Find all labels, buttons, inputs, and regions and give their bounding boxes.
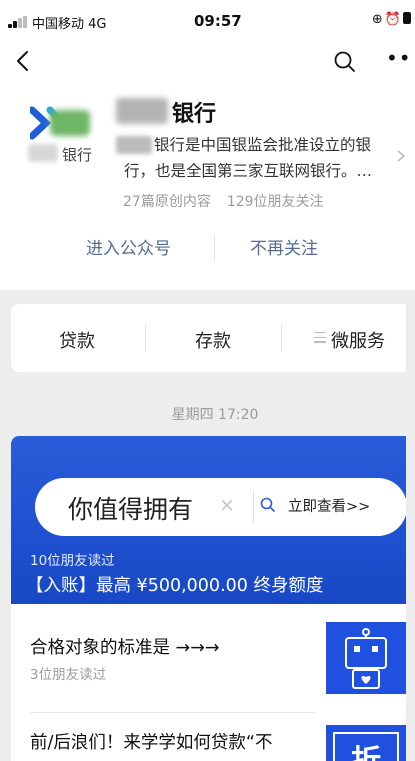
alarm-icon: ⏰	[384, 12, 403, 27]
article-title: 合格对象的标准是 →→→	[30, 638, 220, 658]
description-blur	[116, 136, 152, 154]
search-icon	[260, 497, 275, 512]
enter-account-button[interactable]: 进入公众号	[86, 234, 171, 259]
lock-rotation-icon: ⊕	[371, 12, 385, 27]
banner-text: 你值得拥有	[68, 495, 194, 524]
divider	[253, 491, 254, 523]
logo-blur	[50, 110, 90, 136]
account-stats: 27篇原创内容 129位朋友关注	[123, 191, 324, 211]
message-timestamp: 星期四 17:20	[171, 407, 259, 423]
account-profile: 银行 银行 银行是中国银监会批准设立的银 行，也是全国第三家互联网银行。… 27…	[0, 84, 415, 290]
more-icon[interactable]: ••	[386, 46, 412, 70]
status-bar: 中国移动 4G 09:57 ⊕⏰	[0, 0, 415, 44]
account-logo: 银行	[26, 104, 106, 164]
divider	[214, 235, 215, 261]
account-actions: 进入公众号 不再关注	[0, 234, 415, 261]
chevron-right-icon[interactable]	[395, 148, 407, 164]
banner-cta: 立即查看>>	[288, 499, 371, 515]
signal-icon	[8, 16, 30, 28]
status-icons: ⊕⏰	[372, 12, 411, 27]
article-banner[interactable]: 你值得拥有 × 立即查看>> 10位朋友读过 【入账】最高 ¥500,000.0…	[11, 436, 406, 604]
article-title: 【入账】最高 ¥500,000.00 终身额度	[26, 576, 324, 596]
account-name: 银行	[172, 102, 217, 127]
battery-icon	[403, 12, 411, 24]
status-time: 09:57	[194, 12, 242, 30]
article-count: 27篇原创内容	[123, 194, 211, 210]
divider	[145, 324, 146, 352]
clear-icon: ×	[219, 494, 235, 516]
list-item[interactable]: 前/后浪们！来学学如何贷款“不 折	[11, 713, 406, 761]
article-reads: 3位朋友读过	[30, 667, 107, 683]
robot-thumbnail-icon	[326, 622, 406, 694]
description-line: 行，也是全国第三家互联网银行。…	[124, 162, 373, 180]
menu-item-deposit[interactable]: 存款	[195, 327, 231, 353]
svg-text:折: 折	[351, 744, 381, 761]
back-icon[interactable]	[12, 48, 34, 74]
nav-bar: ••	[0, 44, 415, 84]
search-icon[interactable]	[332, 49, 358, 75]
name-blur	[116, 98, 168, 124]
list-item[interactable]: 合格对象的标准是 →→→ 3位朋友读过	[11, 604, 406, 712]
article-card[interactable]: 你值得拥有 × 立即查看>> 10位朋友读过 【入账】最高 ¥500,000.0…	[11, 436, 406, 761]
menu-item-loan[interactable]: 贷款	[59, 327, 95, 353]
article-thumbnail-icon: 折	[326, 725, 406, 761]
account-menu: 贷款 存款 微服务	[11, 304, 406, 372]
logo-label: 银行	[62, 146, 93, 164]
unfollow-button[interactable]: 不再关注	[250, 234, 318, 259]
menu-item-services[interactable]: 微服务	[331, 327, 385, 353]
carrier-label: 中国移动 4G	[32, 17, 107, 32]
logo-blur	[28, 144, 58, 162]
article-reads: 10位朋友读过	[30, 553, 115, 569]
follower-count: 129位朋友关注	[226, 194, 324, 210]
banner-search-pill: 你值得拥有 × 立即查看>>	[35, 478, 406, 536]
divider	[281, 324, 282, 352]
menu-icon	[314, 332, 326, 344]
article-title: 前/后浪们！来学学如何贷款“不	[30, 733, 273, 753]
description-line: 银行是中国银监会批准设立的银	[154, 136, 372, 154]
